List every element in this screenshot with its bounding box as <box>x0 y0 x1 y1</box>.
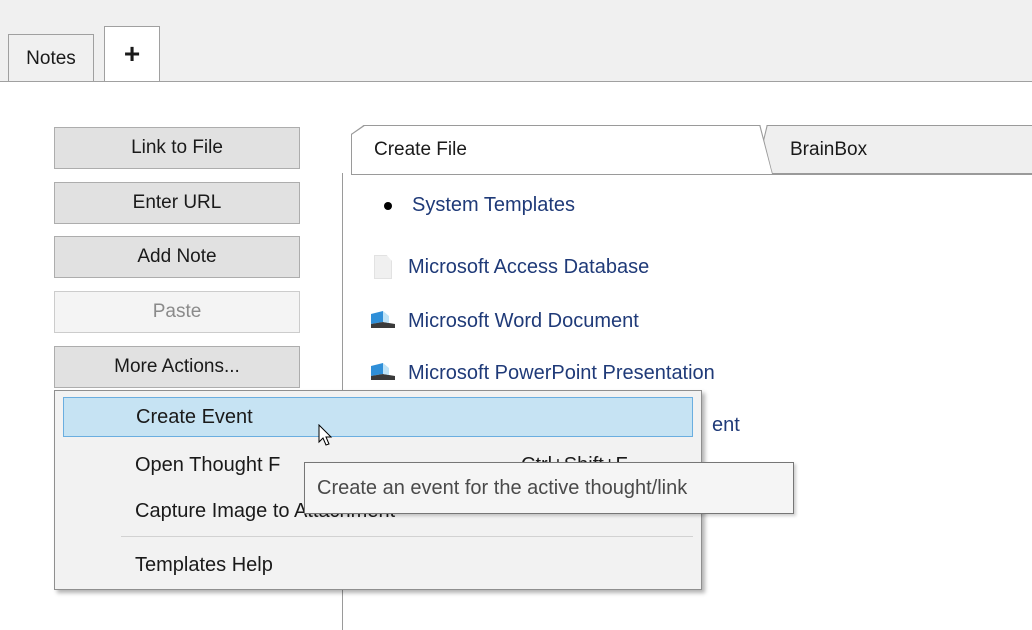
bullet-icon <box>384 201 392 210</box>
tab-brainbox[interactable]: BrainBox <box>756 126 1032 174</box>
menu-separator <box>121 536 693 537</box>
menu-item-create-event[interactable]: Create Event <box>63 397 693 437</box>
mouse-cursor-icon <box>318 424 333 446</box>
link-to-file-button[interactable]: Link to File <box>54 127 300 169</box>
top-tab-strip: Notes + <box>0 0 1032 82</box>
template-partial[interactable]: ent <box>712 414 740 437</box>
template-powerpoint[interactable]: Microsoft PowerPoint Presentation <box>368 361 715 385</box>
template-access[interactable]: Microsoft Access Database <box>368 255 649 279</box>
enter-url-button[interactable]: Enter URL <box>54 182 300 224</box>
panel-top-border <box>772 173 1032 174</box>
template-word-label: Microsoft Word Document <box>408 309 639 332</box>
template-powerpoint-label: Microsoft PowerPoint Presentation <box>408 361 715 384</box>
template-word[interactable]: Microsoft Word Document <box>368 309 639 333</box>
menu-item-templates-help[interactable]: Templates Help <box>55 545 701 585</box>
word-document-icon <box>368 309 398 333</box>
menu-item-open-thought-label: Open Thought F <box>135 453 281 476</box>
tab-strip-divider <box>0 81 1032 82</box>
add-tab-button[interactable]: + <box>104 26 160 82</box>
system-templates-item[interactable]: System Templates <box>368 194 575 217</box>
system-templates-label: System Templates <box>412 194 576 216</box>
template-access-label: Microsoft Access Database <box>408 255 650 278</box>
paste-button[interactable]: Paste <box>54 291 300 333</box>
add-note-button[interactable]: Add Note <box>54 236 300 278</box>
blank-document-icon <box>368 255 398 279</box>
more-actions-button[interactable]: More Actions... <box>54 346 300 388</box>
tab-create-file[interactable]: Create File <box>352 126 772 174</box>
powerpoint-document-icon <box>368 361 398 385</box>
tooltip: Create an event for the active thought/l… <box>304 462 794 514</box>
tab-notes[interactable]: Notes <box>8 34 94 82</box>
